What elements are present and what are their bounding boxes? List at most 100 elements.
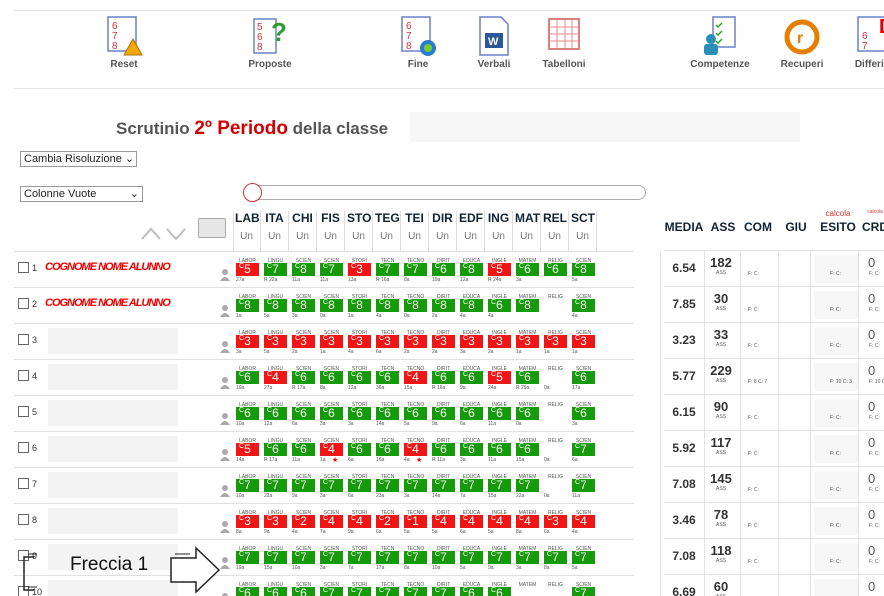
grade-cell-fis[interactable]: SCIEN C7 11a — [320, 258, 343, 283]
grade-value[interactable]: C8 — [516, 299, 539, 312]
grade-value[interactable]: C7 — [572, 479, 595, 492]
grade-value[interactable]: C6 — [460, 407, 483, 420]
grade-value[interactable]: C4 — [264, 371, 287, 384]
grade-value[interactable]: C6 — [264, 443, 287, 456]
grade-value[interactable]: C3 — [516, 335, 539, 348]
grade-value[interactable]: C7 — [376, 551, 399, 564]
grade-cell-fis[interactable]: SCIEN C3 1a — [320, 330, 343, 355]
grade-cell-teg[interactable]: TECN C8 4a — [376, 294, 399, 319]
grade-value[interactable]: C3 — [404, 335, 427, 348]
grade-cell-ing[interactable]: INGLE C6 11a — [488, 402, 511, 427]
grade-cell-lab[interactable]: LABOR C3 3a — [236, 330, 259, 355]
grade-cell-ing[interactable]: INGLE C6 4a — [488, 294, 511, 319]
grade-cell-rel[interactable]: RELIG 0a — [544, 474, 567, 499]
grade-value[interactable]: C5 — [488, 371, 511, 384]
column-header-rel[interactable]: REL Un — [543, 211, 567, 242]
grade-value[interactable]: C6 — [516, 263, 539, 276]
grade-cell-sct[interactable]: SCIEN C7 11a — [572, 474, 595, 499]
grade-cell-mat[interactable]: MATEM C6 0a — [516, 402, 539, 427]
grade-value[interactable]: C8 — [572, 263, 595, 276]
grade-value[interactable]: C7 — [320, 551, 343, 564]
grade-cell-fis[interactable]: SCIEN C7 3a — [320, 546, 343, 571]
zoom-slider-track[interactable] — [244, 185, 646, 200]
grade-value[interactable]: C3 — [432, 335, 455, 348]
grade-value[interactable]: C6 — [292, 587, 315, 596]
grade-value[interactable]: C8 — [572, 299, 595, 312]
grade-cell-dir[interactable]: DIRIT C7 14a — [432, 474, 455, 499]
grade-value[interactable]: C6 — [516, 371, 539, 384]
grade-cell-mat[interactable]: MATEM — [516, 582, 539, 596]
student-checkbox[interactable] — [18, 370, 29, 381]
grade-cell-fis[interactable]: SCIEN C6 3a — [320, 402, 343, 427]
grade-cell-dir[interactable]: DIRIT C4 5a — [432, 510, 455, 535]
grade-cell-fis[interactable]: SCIEN C7 3a — [320, 474, 343, 499]
grade-cell-mat[interactable]: MATEM C3 1a — [516, 330, 539, 355]
outcome-field[interactable] — [814, 471, 858, 499]
grade-value[interactable]: C7 — [320, 263, 343, 276]
grade-value[interactable]: C7 — [404, 479, 427, 492]
grade-value[interactable]: C4 — [348, 515, 371, 528]
grade-value[interactable]: C6 — [488, 299, 511, 312]
person-icon[interactable] — [220, 268, 230, 286]
grade-value[interactable]: C7 — [488, 479, 511, 492]
grade-cell-chi[interactable]: SCIEN C6 6a — [292, 402, 315, 427]
grade-value[interactable]: C7 — [376, 479, 399, 492]
grade-value[interactable]: C6 — [460, 587, 483, 596]
grade-cell-edf[interactable]: EDUCA C8 4a — [460, 294, 483, 319]
grade-cell-tei[interactable]: TECNO C3 2a — [404, 330, 427, 355]
grade-value[interactable]: C3 — [292, 335, 315, 348]
grade-cell-rel[interactable]: RELIG C7 8a — [544, 546, 567, 571]
grade-value[interactable]: C8 — [376, 299, 399, 312]
grade-value[interactable]: C6 — [376, 443, 399, 456]
grade-value[interactable]: C7 — [572, 587, 595, 596]
grade-value[interactable]: C6 — [348, 371, 371, 384]
zoom-slider-handle[interactable] — [243, 183, 262, 202]
grade-cell-ita[interactable]: LINGU C8 5a — [264, 294, 287, 319]
grade-cell-lab[interactable]: LABOR C6 10a — [236, 402, 259, 427]
grade-value[interactable]: C4 — [516, 515, 539, 528]
grade-value[interactable]: C6 — [432, 263, 455, 276]
grade-value[interactable]: C1 — [404, 515, 427, 528]
column-header-ita[interactable]: ITA Un — [263, 211, 286, 242]
grade-value[interactable]: C3 — [460, 335, 483, 348]
grade-cell-sto[interactable]: STORI C8 1a — [348, 294, 371, 319]
grade-value[interactable]: C7 — [264, 479, 287, 492]
grade-value[interactable]: C7 — [320, 479, 343, 492]
grade-value[interactable]: C7 — [292, 551, 315, 564]
grade-cell-teg[interactable]: TECN C3 6a — [376, 330, 399, 355]
column-header-ass[interactable]: ASS — [706, 220, 740, 234]
column-header-crd[interactable]: CRD — [862, 220, 884, 234]
grade-cell-mat[interactable]: MATEM C8 — [516, 294, 539, 316]
grade-value[interactable]: C6 — [264, 407, 287, 420]
grade-cell-tei[interactable]: TECNO C7 8a — [404, 546, 427, 571]
grade-value[interactable]: C7 — [516, 479, 539, 492]
grade-value[interactable]: C5 — [236, 263, 259, 276]
grade-value[interactable]: C6 — [236, 371, 259, 384]
toolbar-button-differito[interactable]: 67D Differito — [834, 15, 884, 70]
grade-cell-edf[interactable]: EDUCA C3 3a — [460, 330, 483, 355]
grade-value[interactable]: C7 — [348, 587, 371, 596]
grade-cell-ita[interactable]: LINGU C7 15a — [264, 546, 287, 571]
grade-cell-fis[interactable]: SCIEN C4 7a — [320, 510, 343, 535]
grade-cell-fis[interactable]: SCIEN C7 — [320, 582, 343, 596]
grade-value[interactable]: C8 — [264, 299, 287, 312]
toolbar-button-fine[interactable]: 6 7 8 Fine — [378, 15, 458, 70]
column-header-sto[interactable]: STO Un — [347, 211, 371, 242]
person-icon[interactable] — [220, 340, 230, 358]
outcome-field[interactable] — [814, 327, 858, 355]
grade-cell-ing[interactable]: INGLE C3 2a — [488, 330, 511, 355]
grade-value[interactable]: C8 — [460, 299, 483, 312]
toolbar-button-tabelloni[interactable]: Tabelloni — [524, 15, 604, 70]
grade-value[interactable]: C6 — [460, 371, 483, 384]
student-checkbox[interactable] — [18, 298, 29, 309]
grade-cell-rel[interactable]: RELIG — [544, 294, 567, 316]
grade-cell-lab[interactable]: LABOR C3 8a — [236, 510, 259, 535]
grade-value[interactable]: C6 — [488, 587, 511, 596]
grade-value[interactable]: C3 — [236, 515, 259, 528]
grade-cell-teg[interactable]: TECN C6 14a — [376, 402, 399, 427]
grade-cell-sto[interactable]: STORI C6 3a — [348, 402, 371, 427]
grade-value[interactable]: C3 — [348, 263, 371, 276]
grade-cell-ing[interactable]: INGLE C7 15a — [488, 474, 511, 499]
grade-value[interactable]: C7 — [376, 263, 399, 276]
column-header-com[interactable]: COM — [742, 220, 774, 234]
